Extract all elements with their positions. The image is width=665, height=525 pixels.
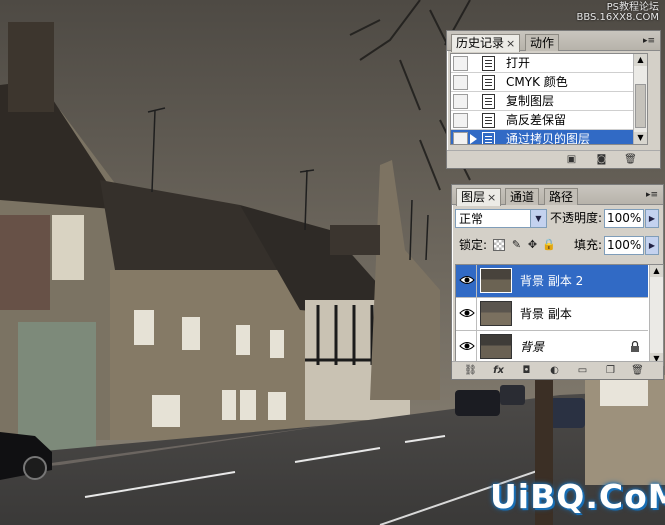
scroll-down-icon[interactable]: ▼	[634, 132, 647, 144]
new-layer-icon[interactable]: ❐	[604, 365, 617, 376]
fill-label: 填充:	[574, 238, 603, 252]
panel-menu-icon[interactable]: ▸≡	[642, 35, 656, 47]
blend-mode-value: 正常	[459, 212, 484, 226]
blend-mode-select[interactable]: 正常 ▼	[455, 209, 547, 228]
fill-input[interactable]: 100%	[604, 236, 644, 255]
history-panel: 历史记录 × 动作 ▸≡ 打开 CMYK 颜色 复制图层 高反差保留 通过拷贝的…	[446, 30, 661, 169]
tab-channels-label: 通道	[510, 190, 535, 204]
watermark-bottom: UiBQ.CoM	[490, 477, 665, 516]
layer-name[interactable]: 背景 副本 2	[520, 265, 583, 297]
layers-scrollbar[interactable]: ▲ ▼	[649, 265, 663, 365]
layer-thumbnail	[480, 268, 512, 293]
layer-row-background-copy[interactable]: 背景 副本	[456, 298, 648, 331]
history-state-icon	[482, 75, 495, 90]
opacity-input[interactable]: 100%	[604, 209, 644, 228]
history-state-label: 高反差保留	[506, 113, 567, 127]
history-state-icon	[482, 132, 495, 144]
link-layers-icon[interactable]: ⛓	[464, 365, 477, 376]
layer-row-background[interactable]: 背景	[456, 331, 648, 364]
tab-paths-label: 路径	[549, 190, 574, 204]
adjustment-layer-icon[interactable]: ◐	[548, 365, 561, 376]
layers-panel: 图层 × 通道 路径 ▸≡ 正常 ▼ 不透明度: 100% ▶ 锁定: ✎ ✥ 🔒…	[451, 184, 664, 380]
opacity-slider-arrow-icon[interactable]: ▶	[645, 209, 659, 228]
scroll-up-icon[interactable]: ▲	[634, 54, 647, 66]
layer-style-fx-icon[interactable]: fx	[492, 365, 505, 376]
layer-lock-icon	[631, 341, 639, 352]
history-brush-source-checkbox[interactable]	[453, 113, 468, 128]
opacity-label: 不透明度:	[550, 211, 603, 225]
history-state-layer-via-copy[interactable]: 通过拷贝的图层	[451, 130, 647, 145]
history-pointer-icon	[470, 134, 477, 144]
create-snapshot-icon[interactable]: ◙	[595, 154, 608, 165]
fill-slider-arrow-icon[interactable]: ▶	[645, 236, 659, 255]
new-document-from-state-icon[interactable]: ▣	[565, 154, 578, 165]
layer-divider	[476, 331, 477, 363]
lock-label: 锁定:	[459, 238, 488, 252]
history-brush-source-checkbox[interactable]	[453, 75, 468, 90]
layer-thumbnail	[480, 334, 512, 359]
history-brush-source-checkbox[interactable]	[453, 94, 468, 109]
visibility-eye-icon[interactable]	[459, 340, 475, 352]
history-state-label: 打开	[506, 56, 531, 70]
tab-close-icon[interactable]: ×	[487, 191, 496, 204]
history-brush-source-checkbox[interactable]	[453, 56, 468, 71]
history-state-label: 复制图层	[506, 94, 555, 108]
layer-name[interactable]: 背景 副本	[520, 298, 572, 330]
scrollbar-thumb[interactable]	[635, 84, 646, 128]
history-state-icon	[482, 94, 495, 109]
history-scrollbar[interactable]: ▲ ▼	[633, 54, 647, 144]
history-list: 打开 CMYK 颜色 复制图层 高反差保留 通过拷贝的图层 ▲ ▼	[450, 53, 648, 145]
history-state-cmyk[interactable]: CMYK 颜色	[451, 73, 647, 92]
lock-all-icon[interactable]: 🔒	[542, 238, 556, 251]
watermark-top-line2: BBS.16XX8.COM	[576, 12, 659, 23]
new-group-icon[interactable]: ▭	[576, 365, 589, 376]
history-brush-source-checkbox[interactable]	[453, 132, 468, 144]
layer-divider	[476, 298, 477, 330]
visibility-eye-icon[interactable]	[459, 307, 475, 319]
history-state-open[interactable]: 打开	[451, 54, 647, 73]
layer-mask-icon[interactable]: ◘	[520, 365, 533, 376]
lock-position-icon[interactable]: ✥	[526, 238, 539, 251]
panel-menu-icon[interactable]: ▸≡	[645, 189, 659, 201]
layer-divider	[476, 265, 477, 297]
history-bottom-bar: ▣ ◙ 🗑	[447, 150, 660, 168]
tab-layers-label: 图层	[461, 190, 486, 204]
layer-row-background-copy-2[interactable]: 背景 副本 2	[456, 265, 648, 298]
tab-channels[interactable]: 通道	[505, 188, 540, 205]
lock-image-pixels-icon[interactable]: ✎	[510, 238, 523, 251]
layer-thumbnail	[480, 301, 512, 326]
history-state-label: 通过拷贝的图层	[506, 132, 591, 145]
tab-actions[interactable]: 动作	[525, 34, 560, 51]
scroll-up-icon[interactable]: ▲	[650, 265, 663, 277]
layer-name[interactable]: 背景	[520, 331, 544, 363]
history-state-high-pass[interactable]: 高反差保留	[451, 111, 647, 130]
visibility-eye-icon[interactable]	[459, 274, 475, 286]
tab-actions-label: 动作	[530, 36, 555, 50]
lock-transparent-pixels-icon[interactable]	[493, 239, 505, 251]
delete-state-icon[interactable]: 🗑	[624, 154, 637, 165]
layers-panel-tabs: 图层 × 通道 路径 ▸≡	[452, 185, 663, 206]
history-state-label: CMYK 颜色	[506, 75, 568, 89]
tab-history-label: 历史记录	[456, 36, 505, 50]
tab-history[interactable]: 历史记录 ×	[451, 34, 521, 52]
history-state-duplicate-layer[interactable]: 复制图层	[451, 92, 647, 111]
tab-paths[interactable]: 路径	[544, 188, 579, 205]
history-panel-tabs: 历史记录 × 动作 ▸≡	[447, 31, 660, 52]
chevron-down-icon[interactable]: ▼	[530, 210, 546, 227]
history-state-icon	[482, 56, 495, 71]
tab-layers[interactable]: 图层 ×	[456, 188, 502, 206]
delete-layer-icon[interactable]: 🗑	[631, 365, 644, 376]
layers-bottom-bar: ⛓ fx ◘ ◐ ▭ ❐ 🗑	[452, 361, 663, 379]
history-state-icon	[482, 113, 495, 128]
tab-close-icon[interactable]: ×	[506, 37, 515, 50]
watermark-top: PS教程论坛 BBS.16XX8.COM	[576, 3, 659, 23]
layer-list: 背景 副本 2 背景 副本 背景 ▲ ▼	[455, 264, 664, 366]
